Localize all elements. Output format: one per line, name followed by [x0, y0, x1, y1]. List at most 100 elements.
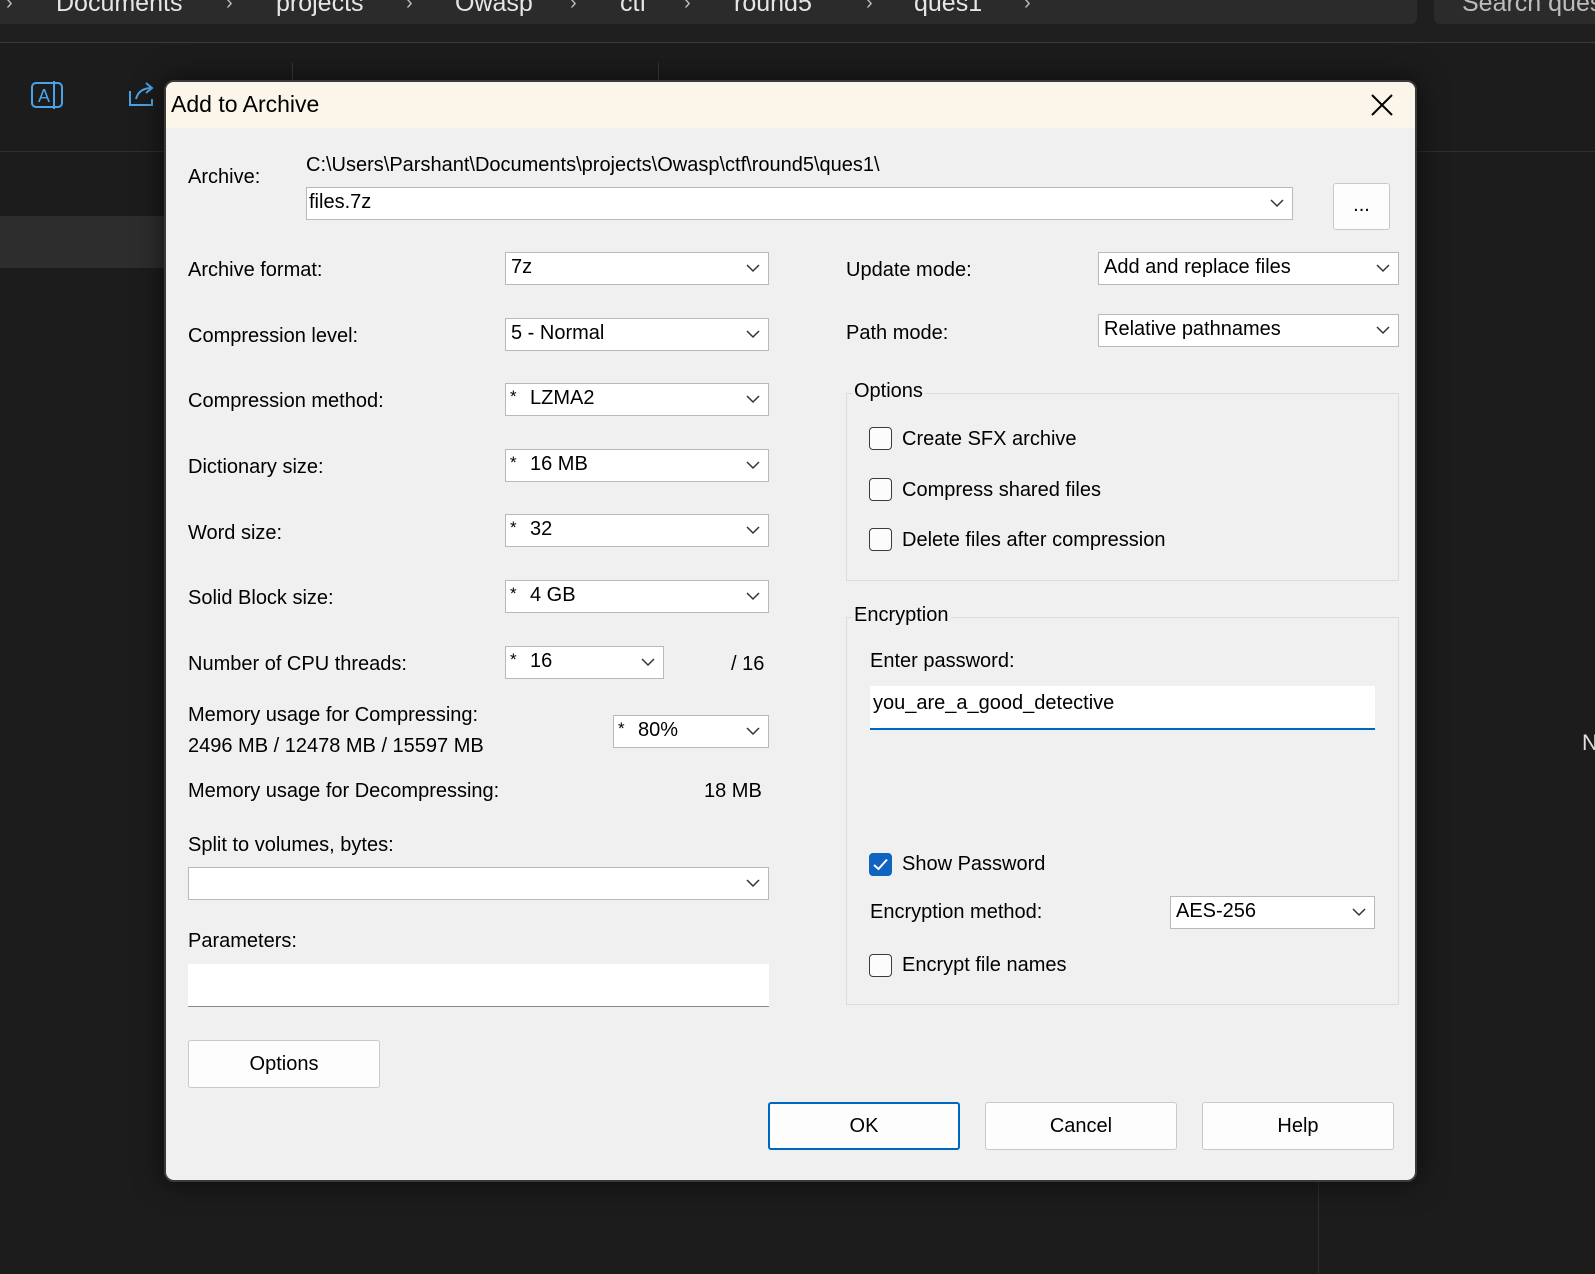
solid-block-select[interactable]: * 4 GB: [505, 580, 769, 613]
explorer-address-bar-area: › Documents › projects › Owasp › ctf › r…: [0, 0, 1595, 43]
encrypt-names-checkbox[interactable]: [869, 954, 892, 977]
dialog-title: Add to Archive: [171, 91, 320, 117]
mem-compress-select[interactable]: * 80%: [613, 715, 769, 748]
dictionary-size-select[interactable]: * 16 MB: [505, 449, 769, 482]
archive-format-value: 7z: [511, 256, 533, 278]
solid-block-label: Solid Block size:: [188, 587, 334, 609]
chevron-right-icon: ›: [866, 0, 873, 14]
rename-icon[interactable]: A: [30, 79, 64, 116]
breadcrumb-item[interactable]: ctf: [620, 0, 646, 24]
cpu-threads-label: Number of CPU threads:: [188, 653, 407, 675]
encryption-method-value: AES-256: [1176, 900, 1257, 922]
breadcrumb-item[interactable]: round5: [734, 0, 812, 24]
chevron-right-icon: ›: [406, 0, 413, 14]
compression-level-label: Compression level:: [188, 325, 359, 347]
show-password-label[interactable]: Show Password: [902, 853, 1045, 876]
close-icon: [1371, 94, 1393, 116]
path-mode-select[interactable]: Relative pathnames: [1098, 314, 1399, 347]
password-input[interactable]: you_are_a_good_detective: [870, 686, 1375, 730]
split-volumes-combo[interactable]: [188, 867, 769, 900]
word-size-label: Word size:: [188, 522, 283, 544]
dictionary-size-value: 16 MB: [530, 453, 588, 475]
compress-shared-checkbox[interactable]: [869, 478, 892, 501]
parameters-label: Parameters:: [188, 930, 297, 952]
mem-decompress-value: 18 MB: [704, 780, 762, 802]
archive-format-select[interactable]: 7z: [505, 252, 769, 285]
password-value: you_are_a_good_detective: [873, 692, 1115, 714]
encryption-group-title: Encryption: [852, 604, 951, 627]
chevron-down-icon: [746, 879, 760, 888]
cpu-threads-select[interactable]: * 16: [505, 646, 664, 679]
breadcrumb-item[interactable]: ques1: [914, 0, 982, 24]
breadcrumb-item[interactable]: Owasp: [455, 0, 533, 24]
details-pane-text: N: [1582, 730, 1595, 755]
compression-level-value: 5 - Normal: [511, 322, 605, 344]
ok-button[interactable]: OK: [768, 1102, 960, 1150]
compression-method-select[interactable]: * LZMA2: [505, 383, 769, 416]
chevron-right-icon: ›: [6, 0, 13, 14]
archive-label: Archive:: [188, 166, 261, 188]
mem-decompress-label: Memory usage for Decompressing:: [188, 780, 500, 802]
word-size-select[interactable]: * 32: [505, 514, 769, 547]
breadcrumb[interactable]: › Documents › projects › Owasp › ctf › r…: [0, 0, 1417, 24]
star-marker: *: [510, 650, 517, 669]
help-button[interactable]: Help: [1202, 1102, 1394, 1150]
parameters-input[interactable]: [188, 964, 769, 1007]
compression-level-select[interactable]: 5 - Normal: [505, 318, 769, 351]
update-mode-value: Add and replace files: [1104, 256, 1291, 278]
search-input[interactable]: Search ques1: [1434, 0, 1595, 24]
dictionary-size-label: Dictionary size:: [188, 456, 324, 478]
update-mode-select[interactable]: Add and replace files: [1098, 252, 1399, 285]
star-marker: *: [510, 584, 517, 603]
star-marker: *: [510, 453, 517, 472]
enter-password-label: Enter password:: [870, 650, 1015, 672]
add-to-archive-dialog: Add to Archive Archive: C:\Users\Parshan…: [164, 80, 1417, 1182]
update-mode-label: Update mode:: [846, 259, 972, 281]
encryption-method-select[interactable]: AES-256: [1170, 896, 1375, 929]
mem-compress-percent: 80%: [638, 719, 679, 741]
svg-text:A: A: [38, 86, 50, 106]
split-volumes-label: Split to volumes, bytes:: [188, 834, 394, 856]
chevron-down-icon: [746, 395, 760, 404]
close-button[interactable]: [1349, 82, 1415, 128]
mem-compress-values: 2496 MB / 12478 MB / 15597 MB: [188, 735, 484, 757]
encryption-method-label: Encryption method:: [870, 901, 1043, 923]
options-button[interactable]: Options: [188, 1040, 380, 1088]
cpu-threads-value: 16: [530, 650, 553, 672]
compression-method-value: LZMA2: [530, 387, 595, 409]
star-marker: *: [618, 719, 625, 738]
chevron-down-icon: [746, 264, 760, 273]
browse-button[interactable]: ...: [1333, 183, 1390, 230]
show-password-checkbox[interactable]: [869, 853, 892, 876]
mem-compress-label: Memory usage for Compressing:: [188, 704, 479, 726]
checkmark-icon: [873, 858, 888, 871]
compress-shared-label[interactable]: Compress shared files: [902, 479, 1101, 502]
create-sfx-checkbox[interactable]: [869, 427, 892, 450]
path-mode-value: Relative pathnames: [1104, 318, 1281, 340]
chevron-down-icon: [746, 330, 760, 339]
chevron-down-icon: [1376, 264, 1390, 273]
archive-format-label: Archive format:: [188, 259, 323, 281]
chevron-right-icon: ›: [570, 0, 577, 14]
dialog-titlebar[interactable]: Add to Archive: [166, 82, 1415, 128]
chevron-down-icon: [746, 461, 760, 470]
delete-after-checkbox[interactable]: [869, 528, 892, 551]
star-marker: *: [510, 387, 517, 406]
archive-name-value: files.7z: [309, 191, 372, 213]
delete-after-label[interactable]: Delete files after compression: [902, 529, 1165, 552]
encryption-group: [846, 617, 1399, 1005]
archive-name-combo[interactable]: files.7z: [306, 187, 1293, 220]
create-sfx-label[interactable]: Create SFX archive: [902, 428, 1077, 451]
share-icon[interactable]: [126, 79, 160, 116]
solid-block-value: 4 GB: [530, 584, 576, 606]
options-group-title: Options: [852, 380, 925, 403]
chevron-down-icon: [746, 592, 760, 601]
cancel-button[interactable]: Cancel: [985, 1102, 1177, 1150]
word-size-value: 32: [530, 518, 553, 540]
chevron-down-icon: [1376, 326, 1390, 335]
chevron-down-icon: [746, 727, 760, 736]
breadcrumb-item[interactable]: Documents: [56, 0, 182, 24]
chevron-down-icon: [641, 658, 655, 667]
breadcrumb-item[interactable]: projects: [276, 0, 364, 24]
encrypt-names-label[interactable]: Encrypt file names: [902, 954, 1067, 977]
